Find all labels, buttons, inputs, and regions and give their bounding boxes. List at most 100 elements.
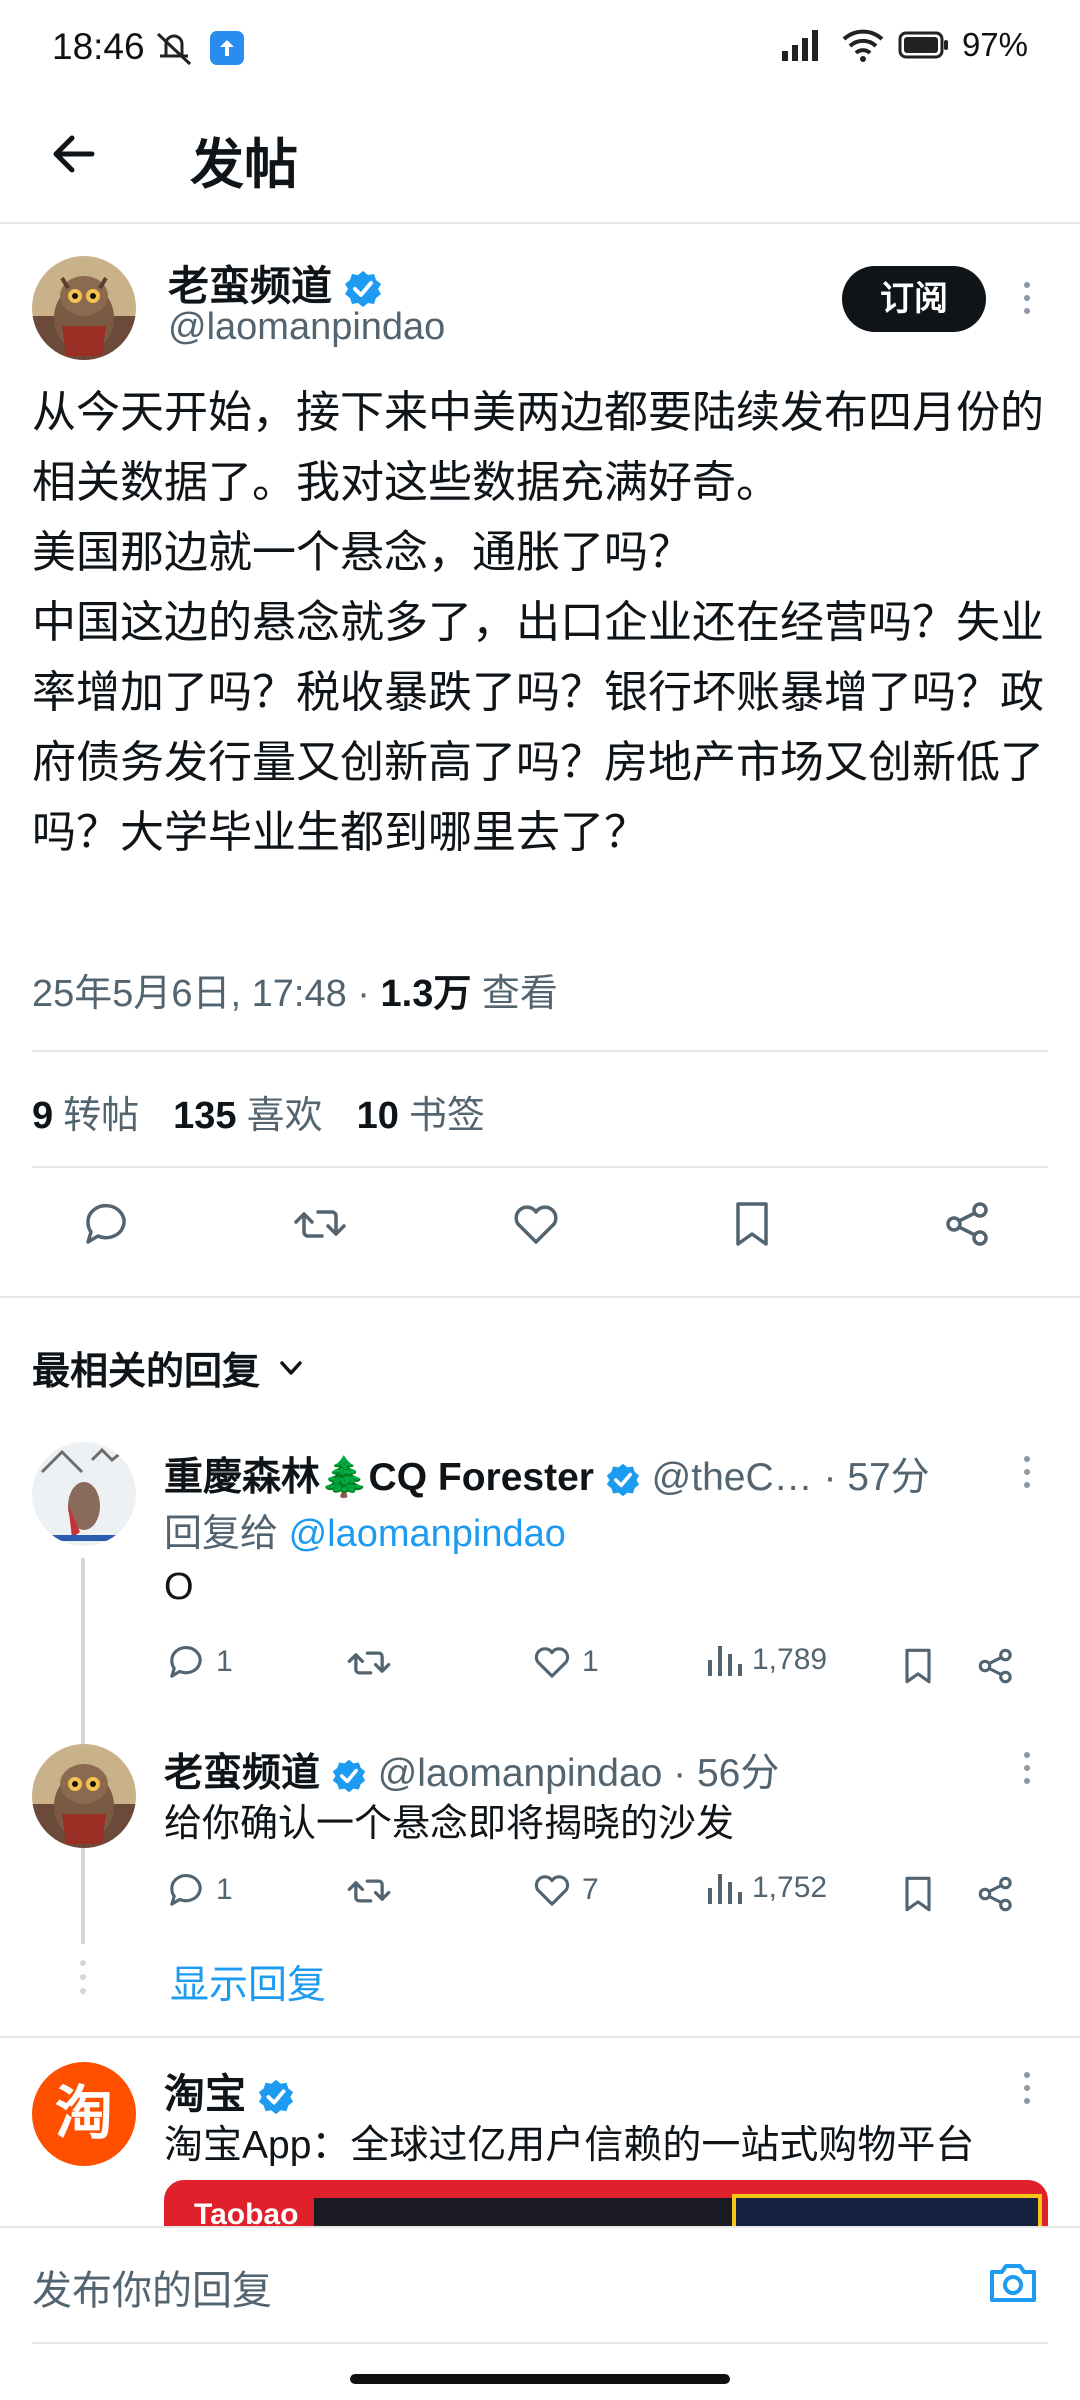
reply-view-count: 1,752 <box>752 1871 828 1904</box>
reply-like-count: 1 <box>582 1645 599 1678</box>
reply-to-label: 回复给 <box>164 1513 289 1555</box>
share-icon[interactable] <box>974 1870 1018 1918</box>
author-name[interactable]: 老蛮频道 <box>168 252 383 312</box>
verified-badge-icon <box>345 271 382 308</box>
reply-avatar[interactable] <box>32 1442 136 1546</box>
mute-icon <box>156 32 192 66</box>
author-handle[interactable]: @laomanpindao <box>168 306 445 349</box>
divider <box>32 1050 1048 1052</box>
status-bar: 18:46 97% <box>0 0 1080 96</box>
upload-icon <box>210 31 244 65</box>
reposts-label: 转帖 <box>63 1095 140 1137</box>
reply-comment-button[interactable]: 1 <box>164 1640 233 1684</box>
status-left-icons <box>152 28 244 68</box>
post-stats: 9 转帖 135 喜欢 10 书签 <box>32 1084 485 1139</box>
ad-author-name[interactable]: 淘宝 <box>164 2060 295 2120</box>
reply-time: · 56分 <box>673 1752 780 1795</box>
show-replies-link[interactable]: 显示回复 <box>170 1954 326 2010</box>
bookmarks-label: 书签 <box>408 1095 485 1137</box>
ad-name-text: 淘宝 <box>164 2071 246 2117</box>
reply-more-icon[interactable] <box>1020 1752 1034 1784</box>
comment-icon <box>170 1646 202 1678</box>
back-arrow-icon[interactable] <box>48 128 100 180</box>
share-icon[interactable] <box>940 1196 996 1252</box>
home-indicator[interactable] <box>350 2374 730 2384</box>
ad-text: 淘宝App：全球过亿用户信赖的一站式购物平台 <box>164 2124 975 2167</box>
app-header: 发帖 <box>0 96 1080 224</box>
status-right-icons: 97% <box>778 26 1028 64</box>
section-divider <box>0 1296 1080 1298</box>
post-views-label: 查看 <box>471 973 558 1015</box>
divider <box>32 1166 1048 1168</box>
reply-comment-count: 1 <box>216 1873 233 1906</box>
like-icon <box>534 1647 570 1678</box>
chevron-down-icon <box>280 1360 302 1375</box>
reply-repost-button[interactable] <box>346 1868 392 1914</box>
reply-action-bar: 1 7 1,752 <box>164 1868 1044 1924</box>
comment-icon <box>170 1874 202 1906</box>
reply-action-bar: 1 1 1,789 <box>164 1640 1044 1696</box>
reply-avatar[interactable] <box>32 1744 136 1848</box>
comment-icon[interactable] <box>78 1196 134 1252</box>
page-title: 发帖 <box>190 135 298 195</box>
bookmark-icon[interactable] <box>896 1642 940 1690</box>
bookmark-icon[interactable] <box>896 1870 940 1918</box>
share-icon[interactable] <box>974 1642 1018 1690</box>
likes-label: 喜欢 <box>246 1095 323 1137</box>
bookmark-icon[interactable] <box>724 1196 780 1252</box>
ad-more-icon[interactable] <box>1020 2072 1034 2104</box>
reply-views-button[interactable]: 1,789 <box>704 1640 827 1680</box>
reply-comment-button[interactable]: 1 <box>164 1868 233 1912</box>
repost-icon <box>347 1879 391 1903</box>
reply-repost-button[interactable] <box>346 1640 392 1686</box>
bookmarks-stat[interactable]: 10 书签 <box>357 1084 485 1139</box>
like-icon[interactable] <box>508 1196 564 1252</box>
avatar[interactable] <box>32 256 136 360</box>
author-name-text: 老蛮频道 <box>168 263 332 309</box>
taobao-logo-icon[interactable]: 淘 <box>32 2062 136 2166</box>
post-action-bar <box>0 1196 1080 1292</box>
reply-like-button[interactable]: 7 <box>530 1868 599 1912</box>
thread-line <box>81 1858 85 1944</box>
thread-dots <box>80 1960 86 1994</box>
post-body: 从今天开始，接下来中美两边都要陆续发布四月份的相关数据了。我对这些数据充满好奇。… <box>32 388 1044 857</box>
likes-stat[interactable]: 135 喜欢 <box>173 1084 322 1139</box>
bookmarks-count: 10 <box>356 1095 399 1137</box>
reply-header: 老蛮频道 @laomanpindao · 56分 <box>164 1742 779 1798</box>
reply-views-button[interactable]: 1,752 <box>704 1868 827 1908</box>
repost-icon[interactable] <box>292 1196 348 1252</box>
reply-author-handle[interactable]: @laomanpindao <box>378 1752 663 1795</box>
status-time: 18:46 <box>52 26 145 67</box>
reply-text: 给你确认一个悬念即将揭晓的沙发 <box>164 1803 735 1845</box>
reply-sort-label: 最相关的回复 <box>32 1351 261 1393</box>
reply-text: O <box>164 1566 194 1608</box>
ad-media[interactable]: Taobao <box>164 2180 1048 2226</box>
views-chart-icon <box>708 1874 742 1904</box>
reply-view-count: 1,789 <box>752 1643 828 1676</box>
battery-icon <box>898 31 948 59</box>
post-date: 25年5月6日, 17:48 · <box>32 973 381 1015</box>
reposts-stat[interactable]: 9 转帖 <box>32 1084 139 1139</box>
reply-to-mention[interactable]: @laomanpindao <box>289 1513 566 1555</box>
repost-icon <box>347 1651 391 1675</box>
reply-author-handle[interactable]: @theC… <box>652 1456 813 1499</box>
likes-count: 135 <box>173 1095 237 1137</box>
wifi-icon <box>842 29 884 62</box>
owl-avatar-image <box>32 1744 136 1848</box>
like-icon <box>534 1875 570 1906</box>
post-more-icon[interactable] <box>1020 282 1034 314</box>
reply-sort-dropdown[interactable]: 最相关的回复 <box>32 1340 306 1395</box>
reply-header: 重慶森林🌲CQ Forester @theC… · 57分 <box>164 1446 930 1502</box>
reply-more-icon[interactable] <box>1020 1456 1034 1488</box>
post-views-count: 1.3万 <box>380 973 472 1015</box>
reply-author-name[interactable]: 重慶森林🌲CQ Forester <box>164 1456 594 1499</box>
views-chart-icon <box>708 1646 742 1676</box>
reply-time: · 57分 <box>823 1456 930 1499</box>
reply-like-button[interactable]: 1 <box>530 1640 599 1684</box>
subscribe-button[interactable]: 订阅 <box>842 266 986 332</box>
reply-composer: 发布你的回复 <box>0 2226 1080 2346</box>
reply-input[interactable]: 发布你的回复 <box>32 2258 272 2316</box>
camera-icon[interactable] <box>984 2254 1042 2312</box>
post-meta: 25年5月6日, 17:48 · 1.3万 查看 <box>32 962 558 1017</box>
reply-author-name[interactable]: 老蛮频道 <box>164 1752 320 1795</box>
